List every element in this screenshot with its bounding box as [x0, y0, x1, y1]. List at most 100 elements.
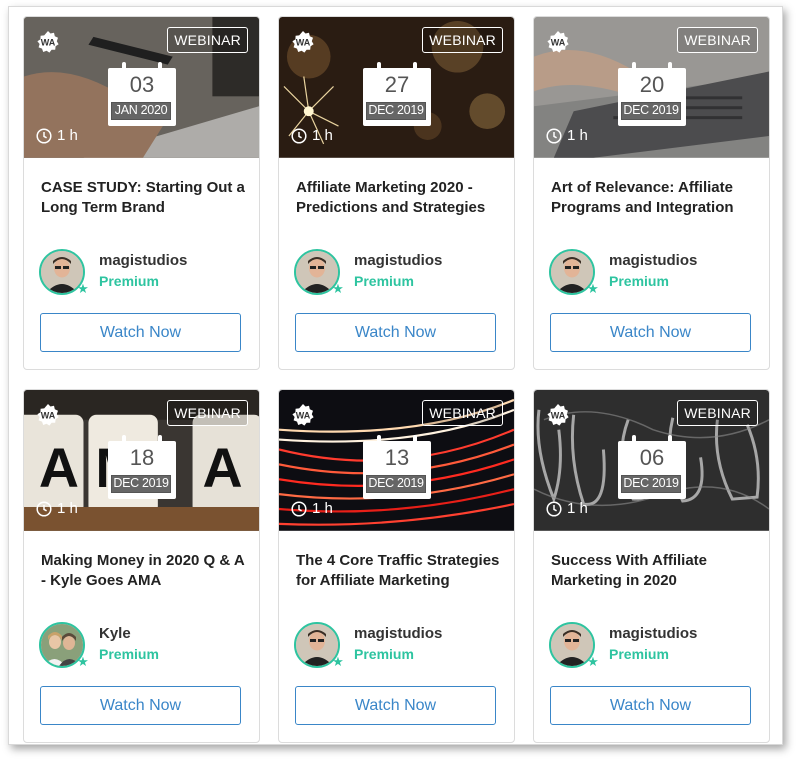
webinar-day: 27	[384, 72, 410, 97]
webinar-day: 03	[129, 72, 155, 97]
webinar-badge: WEBINAR	[167, 400, 248, 426]
webinar-card[interactable]: WA WEBINAR 13 DEC 2019 1 h The 4 Core Tr…	[278, 389, 515, 743]
svg-text:WA: WA	[296, 411, 311, 421]
webinar-card[interactable]: WA WEBINAR 27 DEC 2019 1 h Affiliate Mar…	[278, 16, 515, 370]
webinar-badge: WEBINAR	[677, 400, 758, 426]
webinar-month: DEC 2019	[621, 102, 681, 120]
author[interactable]: ★ magistudios Premium	[294, 249, 442, 299]
author-name[interactable]: magistudios	[609, 251, 697, 271]
author-name[interactable]: Kyle	[99, 624, 159, 644]
author-name[interactable]: magistudios	[354, 624, 442, 644]
svg-text:A: A	[202, 437, 242, 499]
author-name[interactable]: magistudios	[354, 251, 442, 271]
webinar-title[interactable]: Making Money in 2020 Q & A - Kyle Goes A…	[41, 551, 251, 591]
star-badge-icon: ★	[77, 281, 89, 296]
webinar-day: 18	[129, 445, 155, 470]
clock-icon	[291, 128, 307, 144]
membership-tier: Premium	[354, 273, 414, 289]
duration-text: 1 h	[567, 500, 588, 517]
webinar-card[interactable]: WA WEBINAR 06 DEC 2019 1 h Success With …	[533, 389, 770, 743]
webinar-badge: WEBINAR	[167, 27, 248, 53]
webinar-month: DEC 2019	[111, 475, 171, 493]
webinar-badge: WEBINAR	[422, 400, 503, 426]
webinar-thumbnail[interactable]: A M A WA WEBINAR 18 DEC 2019	[24, 390, 259, 532]
webinar-day: 13	[384, 445, 410, 470]
star-badge-icon: ★	[77, 654, 89, 669]
duration-text: 1 h	[57, 500, 78, 517]
duration-text: 1 h	[567, 127, 588, 144]
clock-icon	[546, 501, 562, 517]
svg-text:WA: WA	[41, 411, 56, 421]
author[interactable]: ★ magistudios Premium	[549, 249, 697, 299]
date-calendar-icon: 18 DEC 2019	[108, 435, 176, 501]
webinar-thumbnail[interactable]: WA WEBINAR 13 DEC 2019 1 h	[279, 390, 514, 532]
webinar-thumbnail[interactable]: WA WEBINAR 20 DEC 2019 1 h	[534, 17, 769, 159]
watch-now-button[interactable]: Watch Now	[550, 313, 751, 352]
webinar-panel: WA WEBINAR 03 JAN 2020 1 h CASE STUDY: S…	[8, 6, 783, 745]
webinar-grid: WA WEBINAR 03 JAN 2020 1 h CASE STUDY: S…	[23, 16, 770, 743]
date-calendar-icon: 20 DEC 2019	[618, 62, 686, 128]
svg-text:WA: WA	[296, 38, 311, 48]
wealthy-affiliate-logo-icon: WA	[547, 31, 569, 53]
author[interactable]: ★ magistudios Premium	[294, 622, 442, 672]
star-badge-icon: ★	[332, 281, 344, 296]
wealthy-affiliate-logo-icon: WA	[37, 31, 59, 53]
watch-now-button[interactable]: Watch Now	[40, 686, 241, 725]
wealthy-affiliate-logo-icon: WA	[37, 404, 59, 426]
webinar-card[interactable]: WA WEBINAR 03 JAN 2020 1 h CASE STUDY: S…	[23, 16, 260, 370]
duration-text: 1 h	[57, 127, 78, 144]
wealthy-affiliate-logo-icon: WA	[292, 404, 314, 426]
duration: 1 h	[546, 127, 588, 145]
watch-now-button[interactable]: Watch Now	[295, 313, 496, 352]
date-calendar-icon: 13 DEC 2019	[363, 435, 431, 501]
webinar-card[interactable]: WA WEBINAR 20 DEC 2019 1 h Art of Releva…	[533, 16, 770, 370]
duration: 1 h	[291, 127, 333, 145]
star-badge-icon: ★	[332, 654, 344, 669]
svg-text:WA: WA	[551, 38, 566, 48]
duration: 1 h	[546, 500, 588, 518]
watch-now-button[interactable]: Watch Now	[40, 313, 241, 352]
webinar-thumbnail[interactable]: WA WEBINAR 03 JAN 2020 1 h	[24, 17, 259, 159]
svg-text:WA: WA	[41, 38, 56, 48]
wealthy-affiliate-logo-icon: WA	[547, 404, 569, 426]
date-calendar-icon: 27 DEC 2019	[363, 62, 431, 128]
membership-tier: Premium	[609, 273, 669, 289]
duration: 1 h	[36, 127, 78, 145]
date-calendar-icon: 06 DEC 2019	[618, 435, 686, 501]
star-badge-icon: ★	[587, 654, 599, 669]
membership-tier: Premium	[609, 646, 669, 662]
webinar-day: 20	[639, 72, 665, 97]
watch-now-button[interactable]: Watch Now	[295, 686, 496, 725]
duration-text: 1 h	[312, 127, 333, 144]
webinar-title[interactable]: The 4 Core Traffic Strategies for Affili…	[296, 551, 506, 591]
webinar-title[interactable]: Success With Affiliate Marketing in 2020	[551, 551, 761, 591]
webinar-title[interactable]: Art of Relevance: Affiliate Programs and…	[551, 178, 761, 218]
author[interactable]: ★ magistudios Premium	[549, 622, 697, 672]
date-calendar-icon: 03 JAN 2020	[108, 62, 176, 128]
webinar-title[interactable]: Affiliate Marketing 2020 - Predictions a…	[296, 178, 506, 218]
clock-icon	[546, 128, 562, 144]
watch-now-button[interactable]: Watch Now	[550, 686, 751, 725]
webinar-thumbnail[interactable]: WA WEBINAR 06 DEC 2019 1 h	[534, 390, 769, 532]
duration-text: 1 h	[312, 500, 333, 517]
webinar-badge: WEBINAR	[677, 27, 758, 53]
author[interactable]: ★ magistudios Premium	[39, 249, 187, 299]
author-name[interactable]: magistudios	[609, 624, 697, 644]
webinar-title[interactable]: CASE STUDY: Starting Out a Long Term Bra…	[41, 178, 251, 218]
membership-tier: Premium	[354, 646, 414, 662]
webinar-card[interactable]: A M A WA WEBINAR 18 DEC 2019	[23, 389, 260, 743]
clock-icon	[36, 128, 52, 144]
star-badge-icon: ★	[587, 281, 599, 296]
author-name[interactable]: magistudios	[99, 251, 187, 271]
svg-text:WA: WA	[551, 411, 566, 421]
author[interactable]: ★ Kyle Premium	[39, 622, 159, 672]
webinar-month: JAN 2020	[111, 102, 171, 120]
membership-tier: Premium	[99, 273, 159, 289]
duration: 1 h	[36, 500, 78, 518]
wealthy-affiliate-logo-icon: WA	[292, 31, 314, 53]
svg-text:A: A	[39, 437, 79, 499]
webinar-thumbnail[interactable]: WA WEBINAR 27 DEC 2019 1 h	[279, 17, 514, 159]
membership-tier: Premium	[99, 646, 159, 662]
webinar-month: DEC 2019	[621, 475, 681, 493]
duration: 1 h	[291, 500, 333, 518]
